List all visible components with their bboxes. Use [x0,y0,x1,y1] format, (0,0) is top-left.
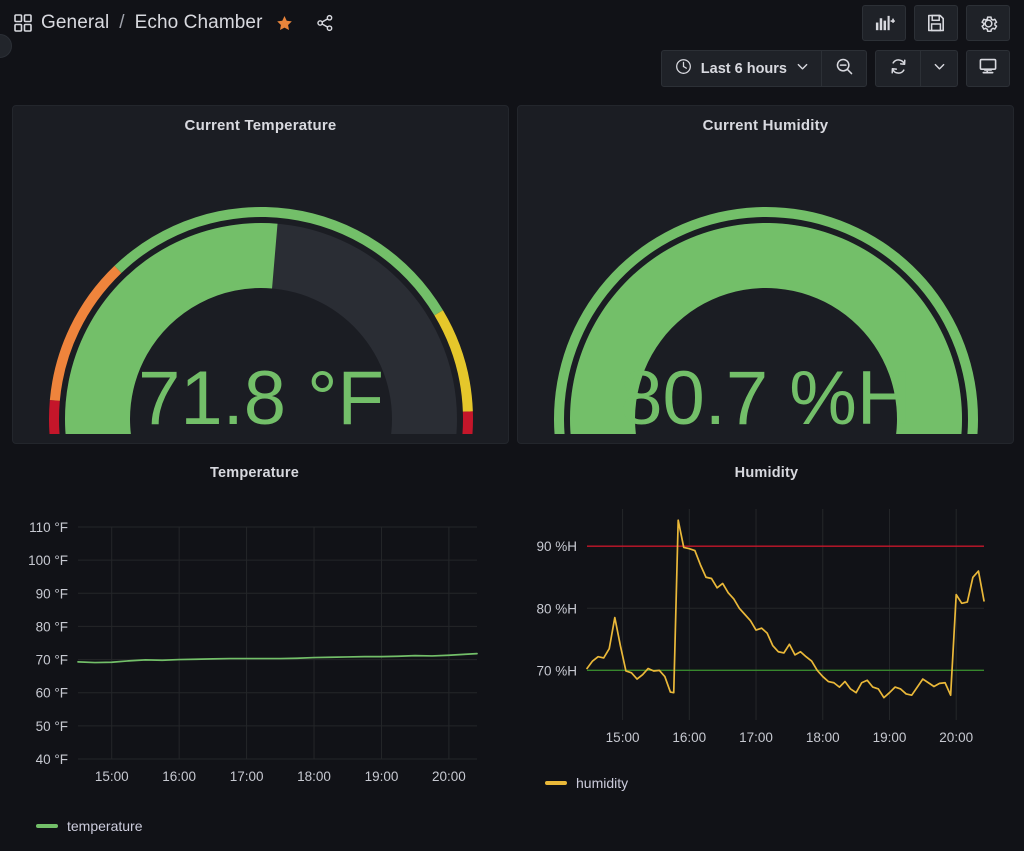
x-axis-tick-label: 19:00 [365,769,399,784]
y-axis-tick-label: 110 °F [29,520,68,535]
humidity-timeseries: 70 %H 80 %H 90 %H 15:00 16:00 17:00 18:00 19:00… [509,481,1024,768]
chevron-down-icon [933,60,946,78]
series-line [78,654,477,663]
y-axis-tick-label: 70 °F [36,653,68,668]
tv-kiosk-icon [978,56,998,81]
breadcrumb-folder[interactable]: General [41,12,109,34]
y-axis-tick-label: 90 °F [36,586,68,601]
y-axis-tick-label: 60 °F [36,686,68,701]
x-axis-tick-label: 15:00 [95,769,129,784]
y-axis-tick-label: 40 °F [36,752,68,767]
zoom-out-time-range-button[interactable] [822,51,866,86]
refresh-dashboard-button[interactable] [876,51,920,86]
dashboard-settings-button[interactable] [966,5,1010,41]
top-nav-actions [862,5,1010,41]
legend-series-label[interactable]: humidity [576,775,628,791]
top-navigation-bar: General / Echo Chamber [0,0,1024,46]
x-axis-tick-label: 20:00 [939,730,973,745]
gauge-humidity-chart: 80.7 %H [518,134,1015,434]
panel-temperature-graph[interactable]: Temperature 40 °F 50 °F 60 °F 70 °F 80 °F 90 … [0,455,509,851]
x-axis-tick-label: 19:00 [873,730,907,745]
refresh-interval-dropdown[interactable] [921,51,957,86]
panel-title: Current Temperature [13,106,508,134]
x-axis-tick-label: 16:00 [672,730,706,745]
star-icon[interactable] [272,15,293,32]
x-axis-tick-label: 18:00 [297,769,331,784]
add-panel-button[interactable] [862,5,906,41]
x-axis-tick-label: 20:00 [432,769,466,784]
temperature-timeseries: 40 °F 50 °F 60 °F 70 °F 80 °F 90 °F 100 °F 110 … [0,481,509,811]
x-axis-tick-label: 18:00 [806,730,840,745]
panel-title: Humidity [509,455,1024,481]
gauge-value-text: 80.7 %H [620,356,912,434]
x-axis-tick-label: 17:00 [230,769,264,784]
clock-icon [675,58,692,80]
share-icon[interactable] [302,14,334,32]
grid-icon [14,14,32,32]
y-axis-tick-label: 50 °F [36,719,68,734]
refresh-icon [889,57,908,81]
x-axis-tick-label: 15:00 [606,730,640,745]
time-range-label: Last 6 hours [701,61,787,77]
refresh-group [875,50,958,87]
grafana-dashboard: General / Echo Chamber [0,0,1024,851]
panel-title: Temperature [0,455,509,481]
gauge-temperature-chart: 71.8 °F [13,134,510,434]
panel-humidity-graph[interactable]: Humidity 70 %H 80 %H 90 %H 15:00 16:00 17:00 1… [509,455,1024,851]
graph-legend: humidity [545,775,1024,791]
y-axis-tick-label: 80 %H [536,601,577,616]
gauge-value-text: 71.8 °F [138,356,384,434]
panel-current-humidity[interactable]: Current Humidity 80.7 %H [517,105,1014,444]
y-axis-tick-label: 70 %H [536,663,577,678]
breadcrumb-separator: / [118,12,125,34]
x-axis-tick-label: 17:00 [739,730,773,745]
time-controls: Last 6 hours [661,50,1010,87]
breadcrumb: General / Echo Chamber [14,12,334,34]
y-axis-tick-label: 90 %H [536,539,577,554]
x-axis-tick-label: 16:00 [162,769,196,784]
legend-series-label[interactable]: temperature [67,818,142,834]
time-range-picker[interactable]: Last 6 hours [662,51,821,86]
panel-title: Current Humidity [518,106,1013,134]
save-dashboard-button[interactable] [914,5,958,41]
y-axis-tick-label: 80 °F [36,619,68,634]
panel-current-temperature[interactable]: Current Temperature 71.8 °F [12,105,509,444]
zoom-out-icon [835,57,854,81]
breadcrumb-dashboard-title[interactable]: Echo Chamber [135,12,263,34]
graph-legend: temperature [36,818,509,834]
legend-color-swatch [545,781,567,785]
time-range-group: Last 6 hours [661,50,867,87]
legend-color-swatch [36,824,58,828]
chevron-down-icon [796,60,809,78]
y-axis-tick-label: 100 °F [28,553,68,568]
kiosk-mode-button[interactable] [966,50,1010,87]
